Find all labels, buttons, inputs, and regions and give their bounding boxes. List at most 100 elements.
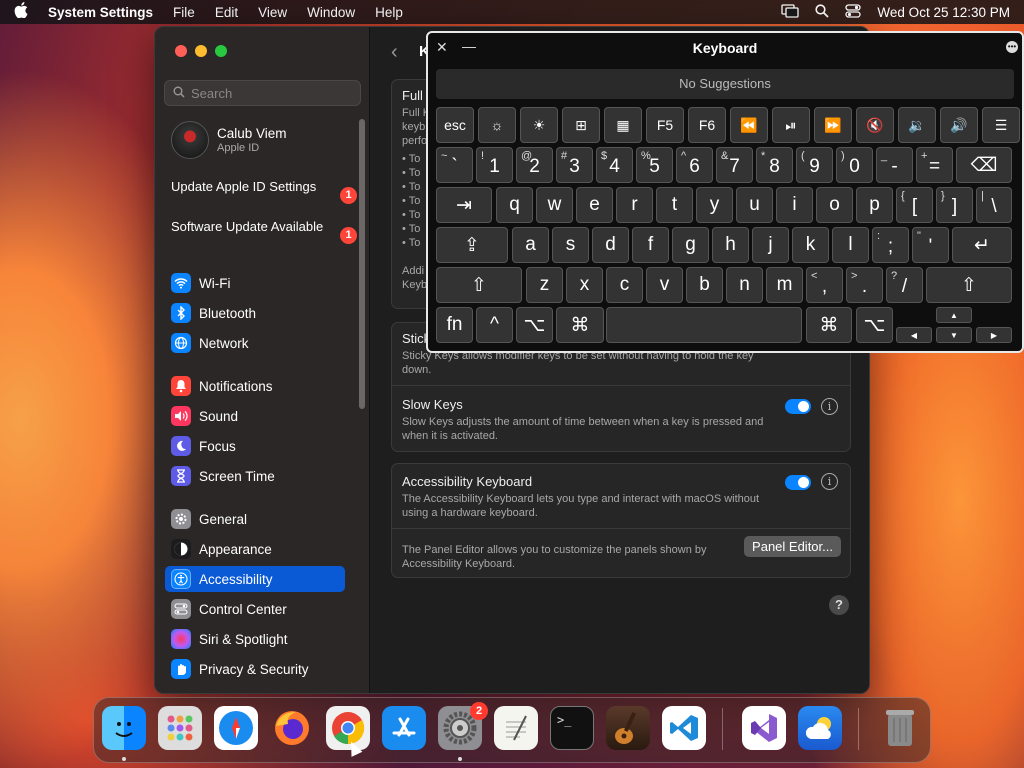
key-6[interactable]: ^ 6 xyxy=(676,147,713,183)
volume-down-key[interactable]: 🔉 xyxy=(898,107,936,143)
menubar-clock[interactable]: Wed Oct 25 12:30 PM xyxy=(877,5,1010,20)
mute-key[interactable]: 🔇 xyxy=(856,107,894,143)
back-chevron-icon[interactable]: ‹ xyxy=(391,41,398,64)
play-pause-key[interactable]: ⏯ xyxy=(772,107,810,143)
menu-file[interactable]: File xyxy=(173,5,195,20)
safari-icon[interactable] xyxy=(214,706,258,750)
key-z[interactable]: z xyxy=(526,267,563,303)
caps-lock-key[interactable]: ⇪ xyxy=(436,227,508,263)
key-0[interactable]: ) 0 xyxy=(836,147,873,183)
spotlight-search-icon[interactable] xyxy=(815,3,830,21)
delete-key[interactable]: ⌫ xyxy=(956,147,1012,183)
key-3[interactable]: #3 xyxy=(556,147,593,183)
key-slash[interactable]: ? / xyxy=(886,267,923,303)
control-center-icon[interactable] xyxy=(845,3,862,21)
rewind-key[interactable]: ⏪ xyxy=(730,107,768,143)
key-u[interactable]: u xyxy=(736,187,773,223)
sidebar-item-accessibility[interactable]: Accessibility xyxy=(165,566,345,592)
software-update-item[interactable]: Software Update Available 1 xyxy=(171,219,357,244)
close-window-button[interactable] xyxy=(175,45,187,57)
zoom-window-button[interactable] xyxy=(215,45,227,57)
menu-edit[interactable]: Edit xyxy=(215,5,238,20)
menu-view[interactable]: View xyxy=(258,5,287,20)
sidebar-search-field[interactable]: Search xyxy=(164,80,361,106)
left-option-key[interactable]: ⌥ xyxy=(516,307,553,343)
visual-studio-icon[interactable] xyxy=(742,706,786,750)
key-j[interactable]: j xyxy=(752,227,789,263)
left-arrow-key[interactable]: ◀ xyxy=(896,327,932,343)
right-option-key[interactable]: ⌥ xyxy=(856,307,893,343)
menu-window[interactable]: Window xyxy=(307,5,355,20)
key-5[interactable]: % 5 xyxy=(636,147,673,183)
minimize-window-button[interactable] xyxy=(195,45,207,57)
screen-mirroring-icon[interactable] xyxy=(781,3,800,21)
key-n[interactable]: n xyxy=(726,267,763,303)
accessibility-keyboard-toggle[interactable] xyxy=(785,475,811,490)
brightness-down-key[interactable]: ☼ xyxy=(478,107,516,143)
menu-key[interactable]: ☰ xyxy=(982,107,1020,143)
key-equals[interactable]: + = xyxy=(916,147,953,183)
key-c[interactable]: c xyxy=(606,267,643,303)
garageband-icon[interactable] xyxy=(606,706,650,750)
volume-up-key[interactable]: 🔊 xyxy=(940,107,978,143)
sidebar-item-bluetooth[interactable]: Bluetooth xyxy=(165,300,345,326)
key-b[interactable]: b xyxy=(686,267,723,303)
options-icon[interactable]: ••• xyxy=(1006,41,1018,53)
key-2[interactable]: @2 xyxy=(516,147,553,183)
launchpad-icon[interactable] xyxy=(158,706,202,750)
right-shift-key[interactable]: ⇧ xyxy=(926,267,1012,303)
apple-id-profile[interactable]: Calub Viem Apple ID xyxy=(171,121,287,159)
sidebar-scrollbar[interactable] xyxy=(359,119,365,409)
key-w[interactable]: w xyxy=(536,187,573,223)
key-k[interactable]: k xyxy=(792,227,829,263)
key-m[interactable]: m xyxy=(766,267,803,303)
slow-keys-toggle[interactable] xyxy=(785,399,811,414)
key-p[interactable]: p xyxy=(856,187,893,223)
key-9[interactable]: (9 xyxy=(796,147,833,183)
key-d[interactable]: d xyxy=(592,227,629,263)
sidebar-item-control-center[interactable]: Control Center xyxy=(165,596,345,622)
sidebar-item-privacy-security[interactable]: Privacy & Security xyxy=(165,656,345,682)
sidebar-item-siri-spotlight[interactable]: Siri & Spotlight xyxy=(165,626,345,652)
key-backslash[interactable]: | \ xyxy=(976,187,1012,223)
key-x[interactable]: x xyxy=(566,267,603,303)
key-o[interactable]: o xyxy=(816,187,853,223)
weather-icon[interactable] xyxy=(798,706,842,750)
key-f[interactable]: f xyxy=(632,227,669,263)
up-arrow-key[interactable]: ▲ xyxy=(936,307,972,323)
key-4[interactable]: $4 xyxy=(596,147,633,183)
accessibility-keyboard-info-icon[interactable]: i xyxy=(821,473,838,490)
trash-icon[interactable] xyxy=(878,706,922,750)
key-e[interactable]: e xyxy=(576,187,613,223)
key-right-bracket[interactable]: }] xyxy=(936,187,973,223)
sidebar-item-screen-time[interactable]: Screen Time xyxy=(165,463,345,489)
key-period[interactable]: >. xyxy=(846,267,883,303)
key-7[interactable]: & 7 xyxy=(716,147,753,183)
sidebar-item-wifi[interactable]: Wi-Fi xyxy=(165,270,345,296)
sidebar-item-notifications[interactable]: Notifications xyxy=(165,373,345,399)
brightness-up-key[interactable]: ☀ xyxy=(520,107,558,143)
slow-keys-info-icon[interactable]: i xyxy=(821,398,838,415)
return-key[interactable]: ↵ xyxy=(952,227,1012,263)
key-t[interactable]: t xyxy=(656,187,693,223)
menu-help[interactable]: Help xyxy=(375,5,403,20)
app-store-icon[interactable] xyxy=(382,706,426,750)
textedit-icon[interactable] xyxy=(494,706,538,750)
left-command-key[interactable]: ⌘ xyxy=(556,307,604,343)
key-left-bracket[interactable]: {[ xyxy=(896,187,933,223)
tab-key[interactable]: ⇥ xyxy=(436,187,492,223)
right-command-key[interactable]: ⌘ xyxy=(806,307,852,343)
key-1[interactable]: ! 1 xyxy=(476,147,513,183)
key-s[interactable]: s xyxy=(552,227,589,263)
esc-key[interactable]: esc xyxy=(436,107,474,143)
firefox-icon[interactable] xyxy=(270,706,314,750)
sidebar-item-general[interactable]: General xyxy=(165,506,345,532)
sidebar-item-network[interactable]: Network xyxy=(165,330,345,356)
key-minus[interactable]: _ - xyxy=(876,147,913,183)
control-key[interactable]: ^ xyxy=(476,307,513,343)
left-shift-key[interactable]: ⇧ xyxy=(436,267,522,303)
panel-editor-button[interactable]: Panel Editor... xyxy=(744,536,841,557)
sidebar-item-appearance[interactable]: Appearance xyxy=(165,536,345,562)
finder-icon[interactable] xyxy=(102,706,146,750)
key-semicolon[interactable]: :; xyxy=(872,227,909,263)
